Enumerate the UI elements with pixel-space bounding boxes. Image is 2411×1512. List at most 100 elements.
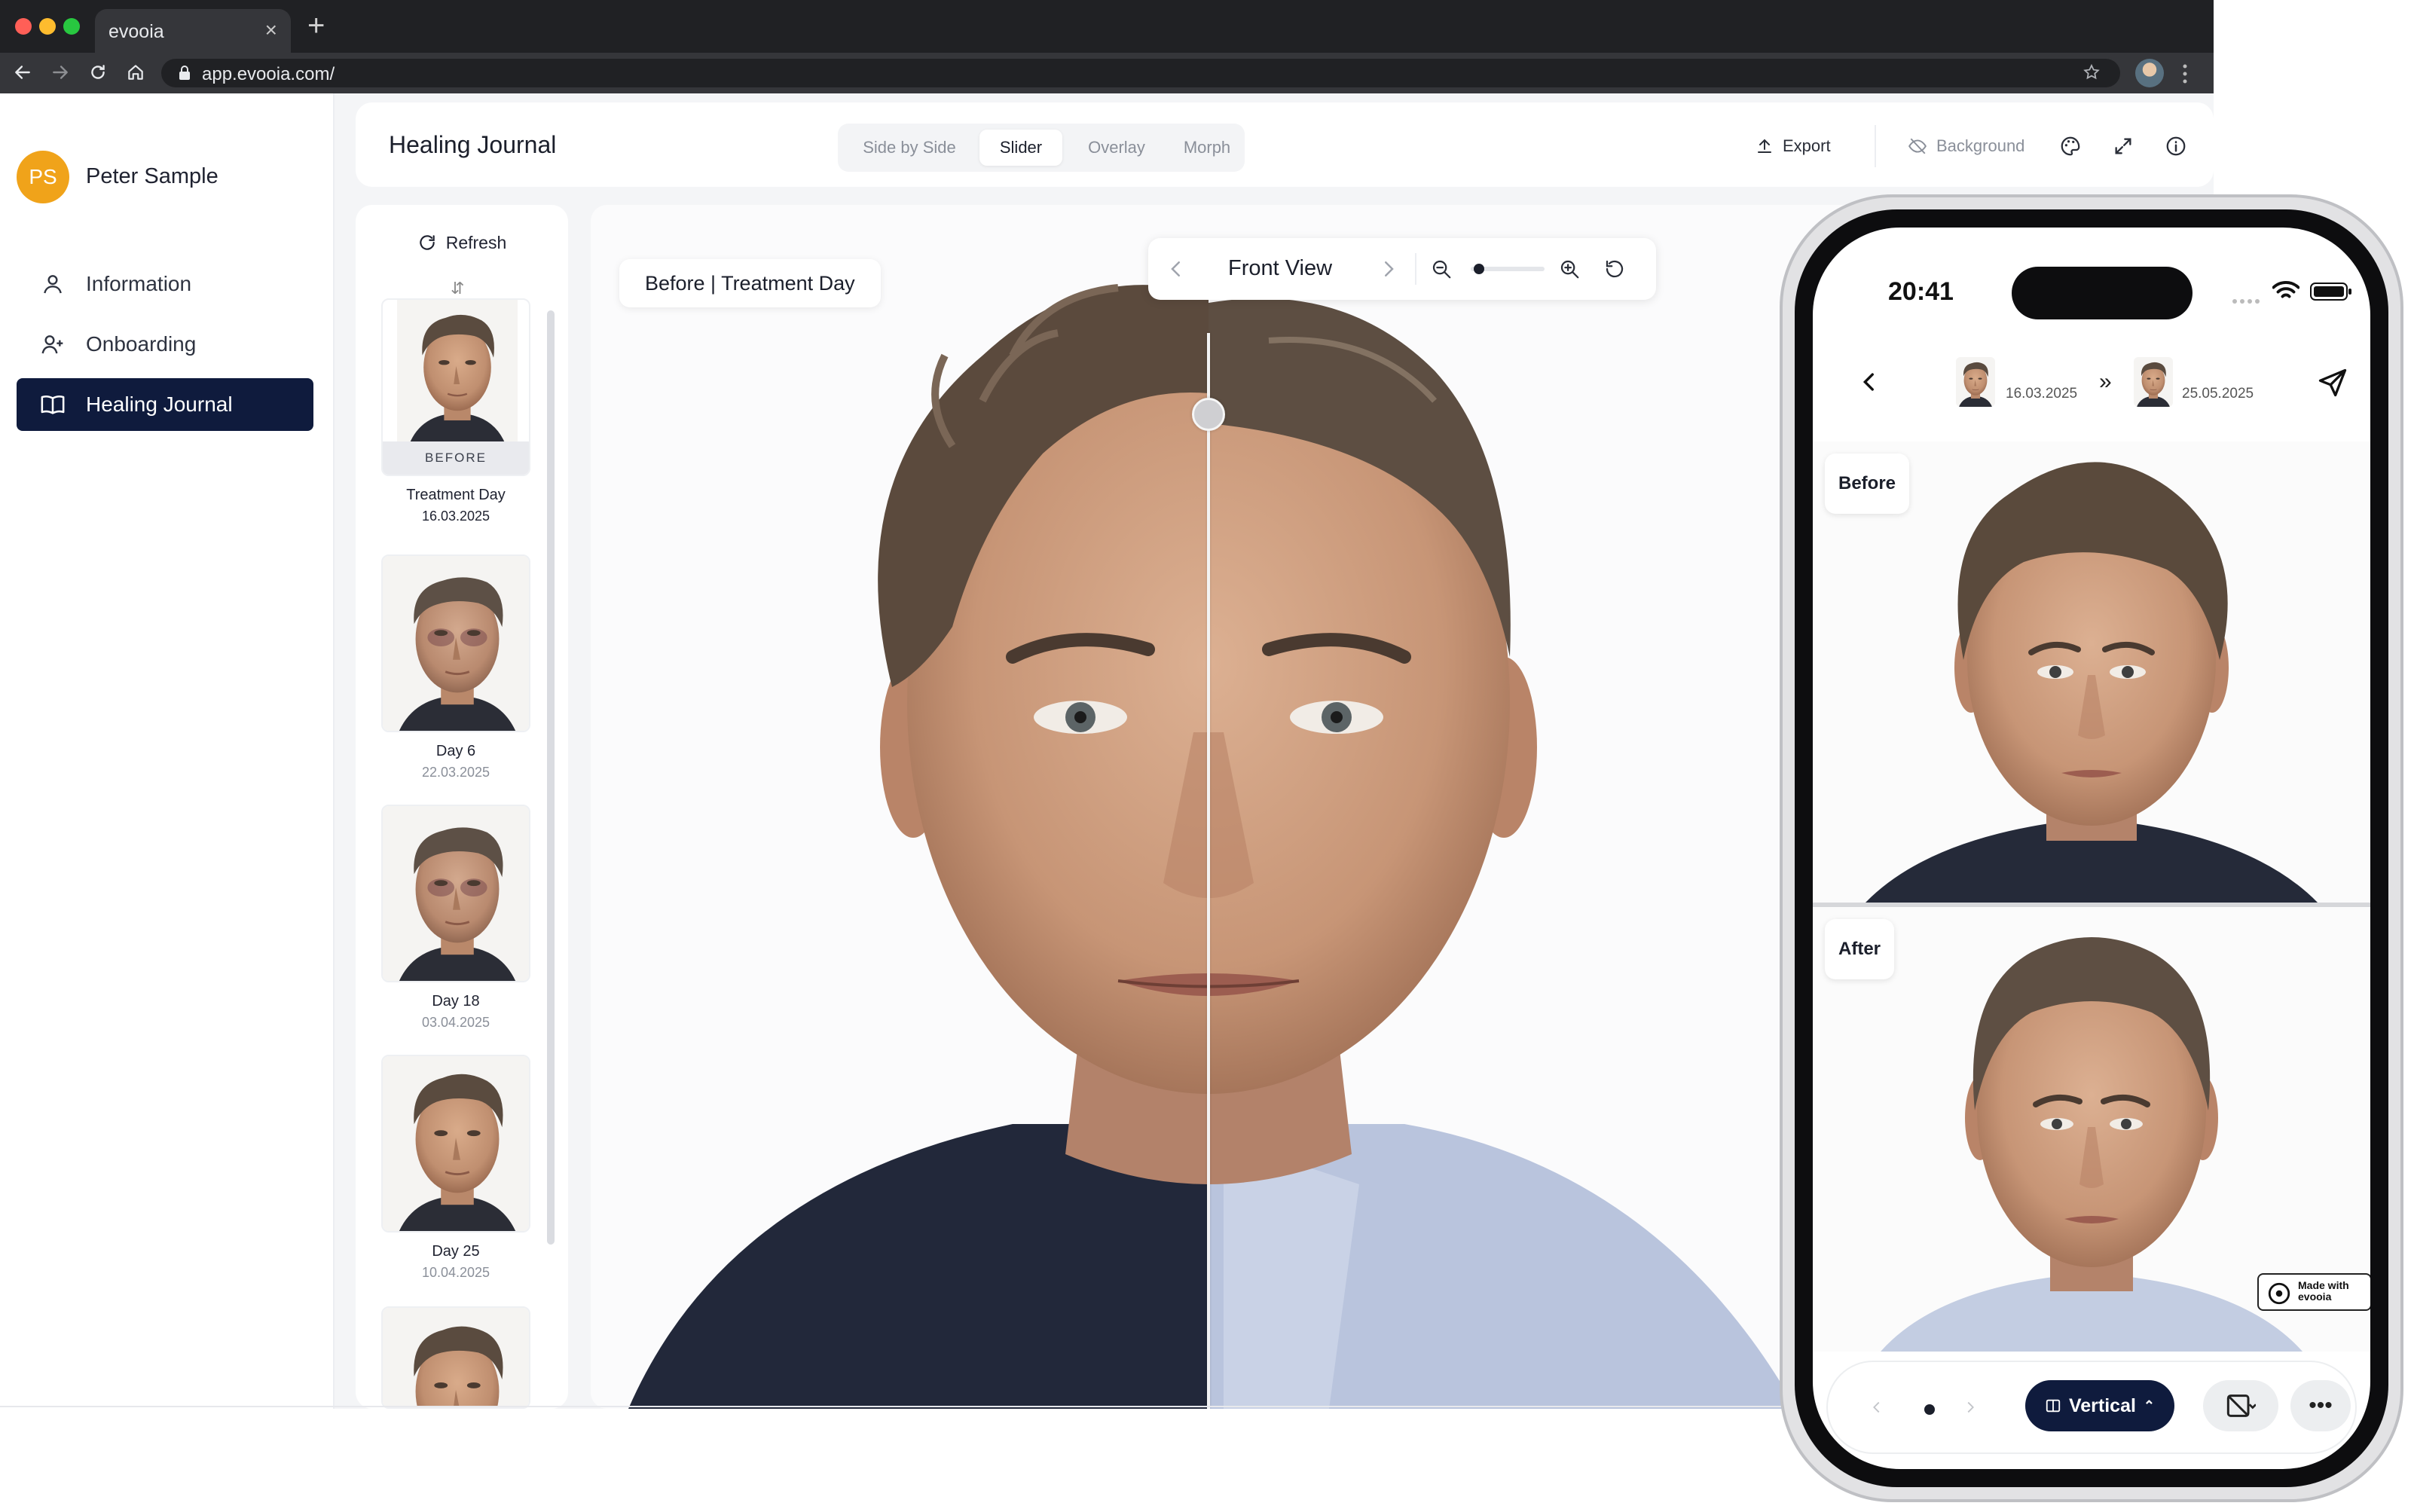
before-thumbnail[interactable]	[1956, 357, 1995, 407]
page-title: Healing Journal	[389, 131, 557, 158]
upload-icon	[1756, 137, 1774, 155]
timeline-entry-date: 16.03.2025	[421, 509, 490, 524]
browser-tab-bar: evooia × +	[0, 0, 2214, 53]
timeline-thumbnail	[381, 1055, 530, 1233]
refresh-label: Refresh	[445, 232, 507, 252]
timeline-entry-label: Treatment Day	[406, 487, 506, 503]
chevron-left-icon[interactable]	[1869, 1395, 1885, 1423]
more-options-button[interactable]: •••	[2290, 1380, 2351, 1431]
sidebar-item-label: Onboarding	[86, 332, 197, 356]
tab-overlay[interactable]: Overlay	[1071, 130, 1162, 166]
avatar[interactable]: PS	[17, 151, 69, 203]
layout-vertical-button[interactable]: Vertical ⌃	[2025, 1380, 2174, 1431]
close-tab-icon[interactable]: ×	[265, 18, 277, 42]
view-toolbar: Front View	[1148, 238, 1656, 300]
chevron-left-icon[interactable]	[1165, 256, 1187, 286]
after-thumbnail[interactable]	[2134, 357, 2173, 407]
watermark-text: Made with evooia	[2298, 1279, 2349, 1303]
browser-menu-icon[interactable]	[2182, 63, 2188, 84]
sidebar-item-healing-journal[interactable]: Healing Journal	[17, 378, 313, 431]
send-icon[interactable]	[2316, 366, 2349, 403]
sidebar-item-label: Healing Journal	[86, 393, 233, 416]
home-icon[interactable]	[124, 60, 148, 84]
timeline-thumbnail	[381, 805, 530, 982]
browser-profile-avatar[interactable]	[2135, 59, 2164, 87]
url-text: app.evooia.com/	[202, 64, 335, 84]
evooia-logo-icon	[2268, 1282, 2290, 1305]
view-mode-switcher: Side by Side Slider Overlay Morph	[838, 124, 1245, 172]
back-icon[interactable]	[1856, 368, 1882, 400]
timeline-entry[interactable]: Day 6 22.03.2025	[381, 554, 530, 780]
back-icon[interactable]	[11, 60, 35, 84]
toolbar-divider	[1875, 125, 1876, 167]
before-date: 16.03.2025	[2006, 386, 2078, 402]
timeline-entry[interactable]: Day 18 03.04.2025	[381, 805, 530, 1031]
timeline-entry-date: 10.04.2025	[421, 1265, 490, 1280]
chevron-right-icon[interactable]	[1962, 1395, 1979, 1423]
background-toggle-button[interactable]	[2203, 1380, 2278, 1431]
sidebar: PS Peter Sample Information Onboarding H…	[0, 93, 335, 1409]
patient-name: Peter Sample	[86, 164, 218, 188]
reset-view-icon[interactable]	[1603, 258, 1626, 284]
timeline-entry[interactable]: BEFORE Treatment Day 16.03.2025	[381, 298, 530, 524]
chevron-right-icon[interactable]	[1377, 256, 1400, 286]
user-plus-icon	[38, 329, 68, 359]
sort-icon: ⇵	[451, 279, 465, 298]
eye-off-icon	[1908, 136, 1927, 156]
phone-mockup: 20:41 16.03.2025 » 25.05.2025 Before Aft…	[1780, 194, 2403, 1502]
reload-icon[interactable]	[86, 60, 110, 84]
phone-bottom-toolbar: Vertical ⌃ •••	[1826, 1361, 2357, 1454]
address-bar[interactable]: app.evooia.com/	[161, 59, 2120, 87]
timeline-entry[interactable]: Day 25 10.04.2025	[381, 1055, 530, 1281]
bookmark-star-icon[interactable]	[2083, 63, 2101, 87]
timeline-entry-label: Day 18	[432, 993, 480, 1010]
toolbar-divider	[1415, 253, 1416, 285]
timeline-entry[interactable]	[381, 1306, 530, 1409]
palette-icon[interactable]	[2051, 127, 2090, 166]
timeline-entry-label: Day 25	[432, 1243, 480, 1260]
timeline-entry-date: 22.03.2025	[421, 765, 490, 780]
journal-timeline: Refresh ⇵ BEFORE Treatment Day 16.03.202…	[356, 205, 568, 1409]
close-window-button[interactable]	[15, 18, 32, 35]
before-badge: BEFORE	[383, 441, 529, 475]
timeline-entry-date: 03.04.2025	[421, 1015, 490, 1030]
timeline-entry-label: Day 6	[435, 743, 476, 759]
info-icon[interactable]	[2156, 127, 2196, 166]
tab-side-by-side[interactable]: Side by Side	[847, 130, 972, 166]
chevrons-right-icon: »	[2099, 369, 2112, 394]
sidebar-item-information[interactable]: Information	[17, 258, 313, 310]
page-header: Healing Journal Side by Side Slider Over…	[356, 102, 2214, 187]
maximize-window-button[interactable]	[63, 18, 80, 35]
zoom-in-icon[interactable]	[1558, 258, 1581, 284]
zoom-out-icon[interactable]	[1430, 258, 1453, 284]
sidebar-item-onboarding[interactable]: Onboarding	[17, 318, 313, 371]
background-toggle-button[interactable]: Background	[1893, 125, 2046, 167]
browser-tab[interactable]: evooia ×	[95, 9, 291, 53]
forward-icon[interactable]	[48, 60, 72, 84]
export-label: Export	[1783, 136, 1831, 155]
comparison-slider-line[interactable]	[1207, 333, 1210, 1409]
tab-morph[interactable]: Morph	[1169, 130, 1245, 166]
browser-tab-title: evooia	[108, 21, 164, 42]
timeline-scrollbar[interactable]	[547, 310, 555, 1245]
lock-icon	[178, 65, 191, 87]
fullscreen-icon[interactable]	[2104, 127, 2143, 166]
split-layout-icon	[2045, 1397, 2061, 1414]
tab-slider[interactable]: Slider	[979, 130, 1062, 166]
refresh-button[interactable]: Refresh	[371, 220, 553, 265]
sidebar-item-label: Information	[86, 272, 192, 295]
timeline-thumbnail	[381, 554, 530, 732]
zoom-slider-handle[interactable]	[1474, 264, 1485, 274]
signal-icon	[2232, 289, 2262, 308]
before-label: Before	[1825, 454, 1910, 514]
page-indicator-dot	[1924, 1404, 1935, 1415]
evooia-watermark: Made with evooia	[2257, 1273, 2370, 1311]
comparison-slider-handle[interactable]	[1192, 398, 1225, 431]
minimize-window-button[interactable]	[39, 18, 56, 35]
view-title: Front View	[1228, 256, 1333, 280]
new-tab-button[interactable]: +	[307, 11, 325, 41]
image-off-icon	[2226, 1394, 2256, 1417]
chevron-up-icon: ⌃	[2143, 1397, 2156, 1413]
export-button[interactable]: Export	[1740, 125, 1853, 167]
book-icon	[38, 389, 68, 420]
